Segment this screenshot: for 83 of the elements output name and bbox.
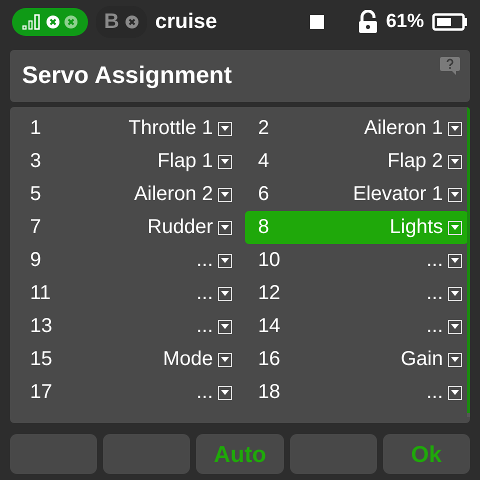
function-name: Elevator 1 [352, 183, 443, 206]
channel-number: 4 [258, 150, 270, 173]
dropdown-icon[interactable] [218, 122, 232, 136]
channel-number: 15 [30, 348, 54, 371]
page-title: Servo Assignment [21, 61, 232, 91]
battery-percent: 61% [386, 11, 424, 33]
function-name: Gain [400, 348, 443, 371]
channel-number: 16 [258, 348, 282, 371]
dropdown-icon[interactable] [448, 320, 462, 334]
channel-number: 1 [30, 117, 42, 140]
channel-number: 3 [30, 150, 42, 173]
function-name: ... [425, 315, 443, 338]
channel-row[interactable]: 17 ... [17, 376, 238, 409]
channel-number: 13 [30, 315, 54, 338]
function-name: Flap 2 [386, 150, 443, 173]
channel-number: 8 [258, 216, 270, 239]
dropdown-icon[interactable] [218, 286, 232, 300]
function-name: Aileron 2 [133, 183, 213, 206]
model-name: cruise [155, 10, 218, 34]
channel-row[interactable]: 13 ... [17, 310, 238, 343]
channel-number: 6 [258, 183, 270, 206]
dropdown-icon[interactable] [448, 286, 462, 300]
channel-number: 9 [30, 249, 42, 272]
function-name: ... [195, 381, 213, 404]
function-name: ... [195, 249, 213, 272]
channel-row[interactable]: 11 ... [17, 277, 238, 310]
channel-row[interactable]: 12 ... [245, 277, 468, 310]
channel-row[interactable]: 18 ... [245, 376, 468, 409]
channel-number: 5 [30, 183, 42, 206]
channel-row[interactable]: 1 Throttle 1 [17, 112, 238, 145]
dropdown-icon[interactable] [218, 154, 232, 168]
function-name: Mode [162, 348, 213, 371]
dropdown-icon[interactable] [448, 386, 462, 400]
function-name: Lights [388, 216, 443, 239]
scrollbar-thumb[interactable] [467, 107, 470, 413]
channel-row[interactable]: 10 ... [245, 244, 468, 277]
function-name: ... [425, 282, 443, 305]
function-name: ... [425, 249, 443, 272]
dropdown-icon[interactable] [448, 254, 462, 268]
channel-row[interactable]: 5 Aileron 2 [17, 178, 238, 211]
receiver-label: B [104, 10, 120, 34]
channel-row[interactable]: 3 Flap 1 [17, 145, 238, 178]
function-name: ... [195, 282, 213, 305]
dropdown-icon[interactable] [448, 188, 462, 202]
channel-row[interactable]: 16 Gain [245, 343, 468, 376]
dropdown-icon[interactable] [218, 220, 232, 234]
function-name: ... [425, 381, 443, 404]
channel-number: 17 [30, 381, 54, 404]
dropdown-icon[interactable] [218, 188, 232, 202]
channel-number: 11 [30, 282, 52, 305]
function-name: ... [195, 315, 213, 338]
close-circle-icon [125, 15, 140, 29]
function-name: Throttle 1 [128, 117, 213, 140]
function-name: Rudder [146, 216, 213, 239]
dropdown-icon[interactable] [218, 386, 232, 400]
channel-row[interactable]: 4 Flap 2 [245, 145, 468, 178]
channel-row[interactable]: 14 ... [245, 310, 468, 343]
dropdown-icon[interactable] [448, 122, 462, 136]
help-icon[interactable] [440, 57, 460, 75]
stop-icon [310, 15, 324, 29]
channel-number: 2 [258, 117, 270, 140]
close-circle-icon [64, 15, 78, 29]
channel-number: 14 [258, 315, 282, 338]
dropdown-icon[interactable] [448, 352, 462, 366]
channel-row[interactable]: 6 Elevator 1 [245, 178, 468, 211]
channel-number: 7 [30, 216, 42, 239]
dropdown-icon[interactable] [448, 154, 462, 168]
close-circle-icon [46, 15, 60, 29]
function-name: Aileron 1 [363, 117, 443, 140]
channel-number: 12 [258, 282, 282, 305]
channel-number: 10 [258, 249, 282, 272]
channel-row[interactable]: 9 ... [17, 244, 238, 277]
dropdown-icon[interactable] [218, 320, 232, 334]
unlocked-padlock-icon [358, 10, 378, 34]
channel-row[interactable]: 15 Mode [17, 343, 238, 376]
dropdown-icon[interactable] [218, 352, 232, 366]
channel-number: 18 [258, 381, 282, 404]
battery-icon [432, 13, 468, 31]
channel-row[interactable]: 2 Aileron 1 [245, 112, 468, 145]
dropdown-icon[interactable] [218, 254, 232, 268]
function-name: Flap 1 [156, 150, 213, 173]
signal-icon [22, 14, 42, 30]
channel-row[interactable]: 7 Rudder [17, 211, 238, 244]
